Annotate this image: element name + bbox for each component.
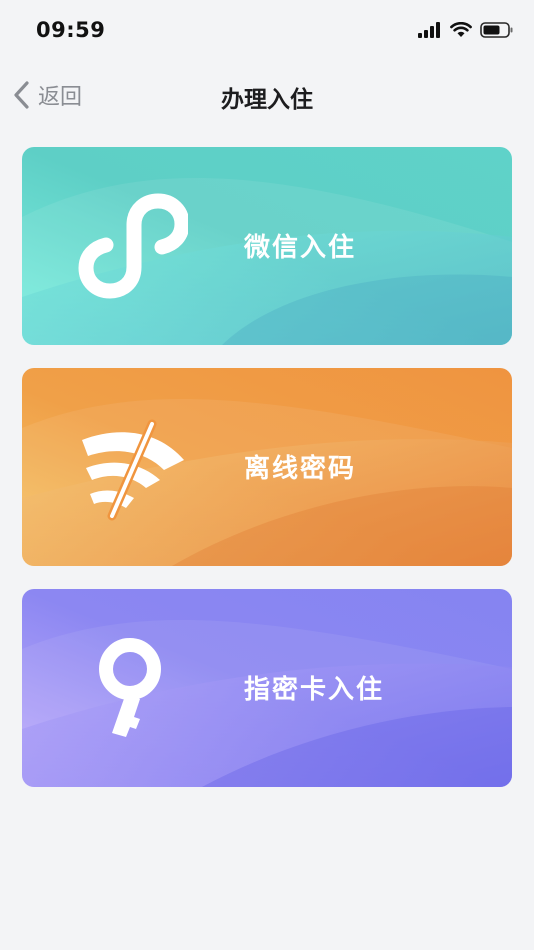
wechat-checkin-label: 微信入住 (244, 233, 357, 263)
battery-icon (480, 22, 513, 38)
page-title: 办理入住 (221, 87, 313, 113)
key-icon (99, 638, 161, 737)
wifi-icon (450, 22, 472, 37)
card-checkin-card[interactable]: 指密卡入住 (22, 589, 512, 787)
offline-password-card[interactable]: 离线密码 (22, 368, 512, 566)
navigation-bar: 返回 办理入住 (0, 66, 534, 124)
mini-program-icon (78, 193, 188, 299)
status-icons (418, 22, 514, 38)
status-bar: 09:59 (0, 0, 534, 66)
wechat-checkin-card[interactable]: 微信入住 (22, 147, 512, 345)
card-checkin-label: 指密卡入住 (244, 675, 385, 705)
offline-wifi-icon (82, 419, 184, 521)
offline-password-label: 离线密码 (244, 454, 357, 484)
signal-icon (418, 22, 440, 38)
status-time: 09:59 (36, 18, 106, 42)
